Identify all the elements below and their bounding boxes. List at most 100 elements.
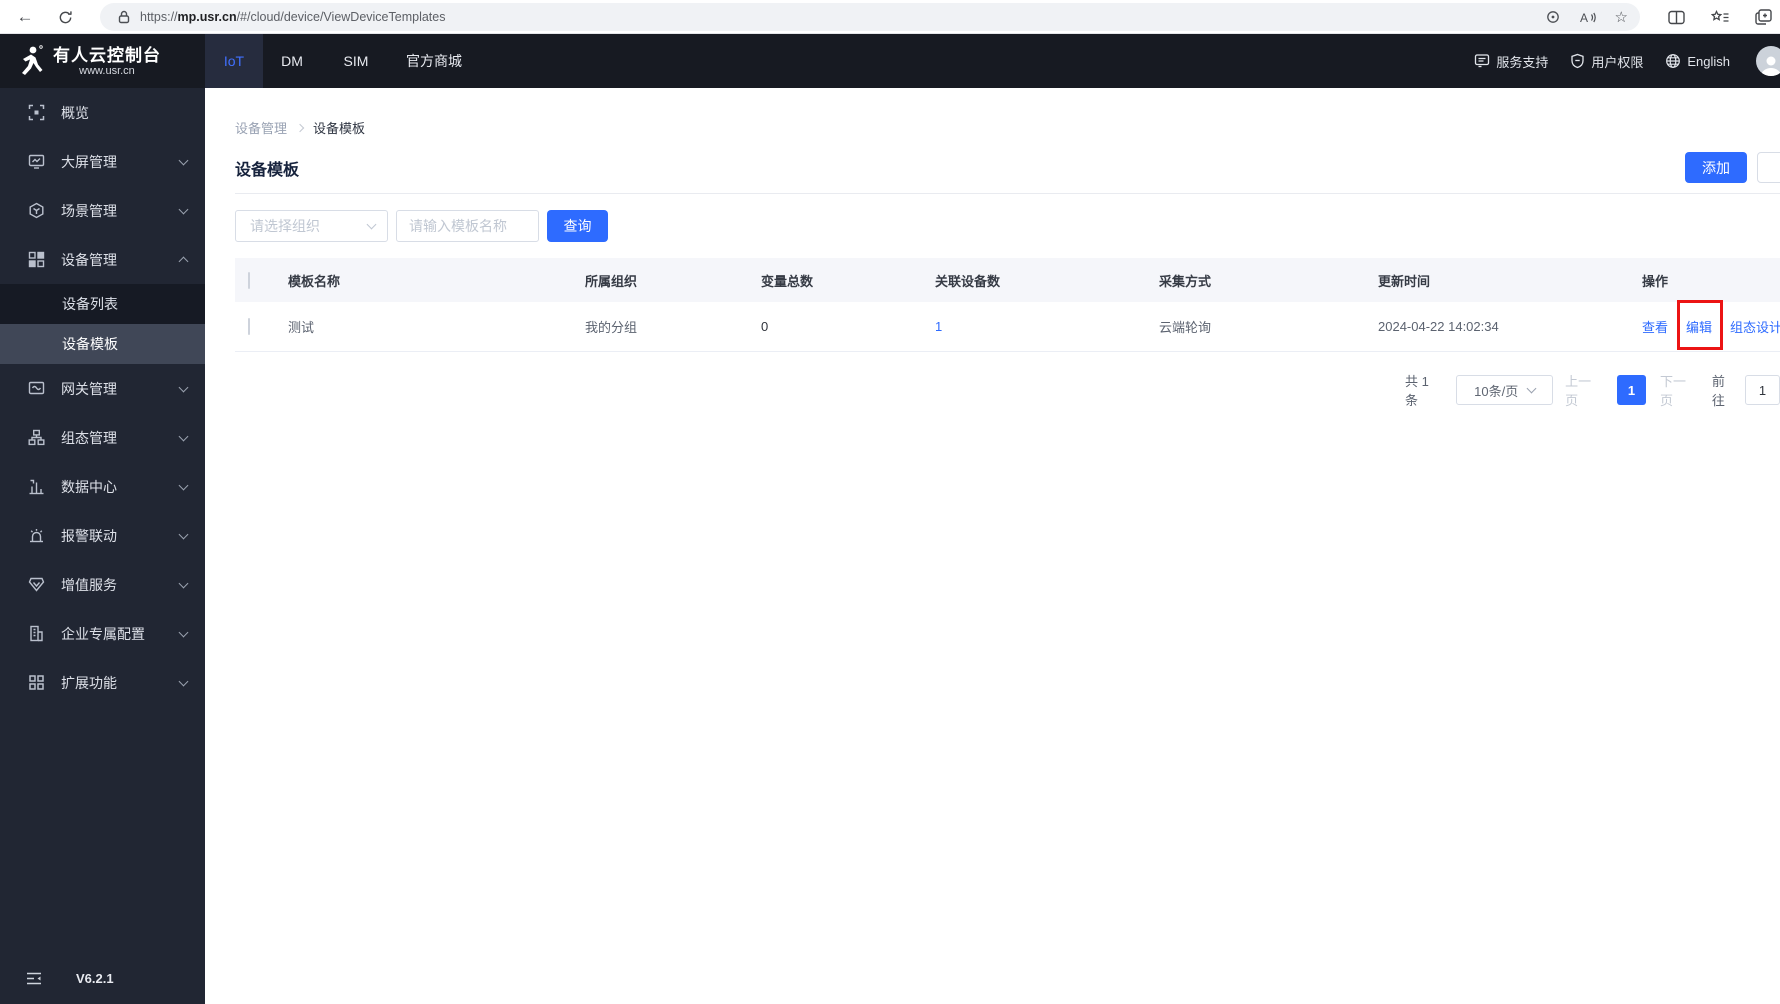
logo[interactable]: 有人云控制台 www.usr.cn [0, 34, 205, 88]
chevron-down-icon [178, 676, 189, 686]
chevron-down-icon [178, 382, 189, 392]
sidebar-item-enterprise-config[interactable]: 企业专属配置 [0, 609, 205, 658]
sidebar-item-alarm-linkage[interactable]: 报警联动 [0, 511, 205, 560]
tab-sim[interactable]: SIM [321, 34, 391, 88]
browser-chrome: ← https://mp.usr.cn/#/cloud/device/ViewD… [0, 0, 1780, 34]
cell-update-time: 2024-04-22 14:02:34 [1378, 319, 1499, 334]
product-tabs: IoT DM SIM 官方商城 [205, 34, 477, 88]
address-bar[interactable]: https://mp.usr.cn/#/cloud/device/ViewDev… [100, 3, 1640, 31]
chevron-down-icon [178, 578, 189, 588]
total-count: 共 1 条 [1405, 374, 1429, 408]
svg-text:A: A [1580, 11, 1588, 25]
template-name-input[interactable] [396, 210, 539, 242]
table-header-row: 模板名称 所属组织 变量总数 关联设备数 采集方式 更新时间 操作 [235, 258, 1780, 302]
breadcrumb: 设备管理 设备模板 [235, 118, 365, 137]
alarm-linkage-icon [28, 527, 45, 544]
sidebar-item-device-management[interactable]: 设备管理 [0, 235, 205, 284]
shield-icon [1571, 53, 1584, 69]
page-size-select[interactable]: 10条/页 [1456, 375, 1554, 405]
cell-device-count-link[interactable]: 1 [935, 319, 942, 334]
lock-icon[interactable] [118, 10, 130, 24]
gateway-management-icon [28, 380, 45, 397]
sidebar-item-scene-management[interactable]: 场景管理 [0, 186, 205, 235]
edit-link[interactable]: 编辑 [1677, 300, 1724, 350]
screen-management-icon [28, 153, 45, 170]
sidebar-item-screen-management[interactable]: 大屏管理 [0, 137, 205, 186]
chevron-up-icon [178, 256, 189, 267]
top-navbar: 有人云控制台 www.usr.cn IoT DM SIM 官方商城 服务支持 用… [0, 34, 1780, 88]
back-icon[interactable]: ← [12, 4, 38, 30]
search-button[interactable]: 查询 [547, 210, 608, 242]
filter-bar: 请选择组织 查询 [235, 210, 608, 242]
configuration-management-icon [28, 429, 45, 446]
col-header-collect-mode: 采集方式 [1159, 273, 1212, 289]
breadcrumb-device-management[interactable]: 设备管理 [235, 118, 287, 137]
col-header-organization: 所属组织 [585, 273, 638, 289]
sidebar-item-overview[interactable]: 概览 [0, 88, 205, 137]
sidebar-item-gateway-management[interactable]: 网关管理 [0, 364, 205, 413]
col-header-device-count: 关联设备数 [935, 273, 1001, 289]
prev-page-button[interactable]: 上一页 [1565, 371, 1603, 409]
service-support[interactable]: 服务支持 [1474, 52, 1548, 71]
chevron-down-icon [178, 431, 189, 441]
globe-icon [1666, 54, 1681, 68]
batch-button-partial[interactable]: 批 [1757, 152, 1780, 183]
tab-dm[interactable]: DM [263, 34, 321, 88]
language-switch[interactable]: English [1665, 53, 1730, 69]
scada-design-link[interactable]: 组态设计 [1730, 317, 1780, 336]
user-avatar[interactable] [1756, 46, 1780, 76]
device-management-icon [28, 251, 45, 268]
sidebar-item-data-center[interactable]: 数据中心 [0, 462, 205, 511]
tab-mall[interactable]: 官方商城 [391, 34, 477, 88]
chevron-down-icon [178, 480, 189, 490]
cell-organization: 我的分组 [585, 320, 638, 335]
chevron-down-icon [178, 627, 189, 637]
scene-management-icon [28, 202, 45, 219]
chevron-down-icon [178, 529, 189, 539]
app-subtitle: www.usr.cn [79, 64, 135, 77]
templates-table: 模板名称 所属组织 变量总数 关联设备数 采集方式 更新时间 操作 测试 我的分… [235, 258, 1780, 352]
goto-label: 前往 [1711, 374, 1725, 408]
page-number-1[interactable]: 1 [1616, 375, 1647, 405]
collections-icon[interactable] [1755, 9, 1772, 25]
col-header-template-name: 模板名称 [288, 273, 341, 289]
next-page-button[interactable]: 下一页 [1660, 371, 1698, 409]
tab-iot[interactable]: IoT [205, 34, 263, 88]
split-screen-icon[interactable] [1668, 10, 1685, 25]
user-permissions[interactable]: 用户权限 [1570, 52, 1643, 71]
sidebar-item-value-added-services[interactable]: 增值服务 [0, 560, 205, 609]
title-divider [235, 193, 1780, 194]
extended-functions-icon [28, 674, 45, 691]
chevron-down-icon [178, 204, 189, 214]
favorites-bar-icon[interactable] [1711, 9, 1729, 25]
usr-logo-icon [22, 45, 43, 75]
overview-icon [28, 104, 45, 121]
data-center-icon [28, 478, 45, 495]
target-icon[interactable] [1545, 9, 1561, 25]
sidebar-item-configuration-management[interactable]: 组态管理 [0, 413, 205, 462]
organization-select[interactable]: 请选择组织 [235, 210, 388, 242]
cell-variable-count: 0 [761, 319, 769, 334]
add-button[interactable]: 添加 [1685, 152, 1747, 183]
version-label: V6.2.1 [76, 970, 114, 986]
sidebar-item-extended-functions[interactable]: 扩展功能 [0, 658, 205, 707]
sidebar-subitem-device-list[interactable]: 设备列表 [0, 284, 205, 324]
collapse-sidebar-icon[interactable] [26, 972, 42, 985]
refresh-icon[interactable] [52, 4, 78, 30]
person-icon [1761, 56, 1780, 76]
enterprise-config-icon [28, 625, 45, 642]
value-added-services-icon [28, 576, 45, 593]
select-all-checkbox[interactable] [248, 271, 250, 289]
row-checkbox[interactable] [248, 318, 250, 335]
read-aloud-icon[interactable]: A [1579, 10, 1597, 25]
chevron-down-icon [178, 155, 189, 165]
sidebar-subitem-device-templates[interactable]: 设备模板 [0, 324, 205, 364]
app-title: 有人云控制台 [53, 45, 161, 65]
goto-page-input[interactable]: 1 [1745, 375, 1780, 405]
view-link[interactable]: 查看 [1642, 317, 1668, 336]
favorite-star-icon[interactable]: ☆ [1615, 8, 1628, 26]
breadcrumb-device-templates: 设备模板 [313, 121, 366, 136]
chevron-down-icon [366, 219, 377, 230]
screen: ← https://mp.usr.cn/#/cloud/device/ViewD… [0, 0, 1780, 1004]
col-header-update-time: 更新时间 [1378, 273, 1431, 289]
